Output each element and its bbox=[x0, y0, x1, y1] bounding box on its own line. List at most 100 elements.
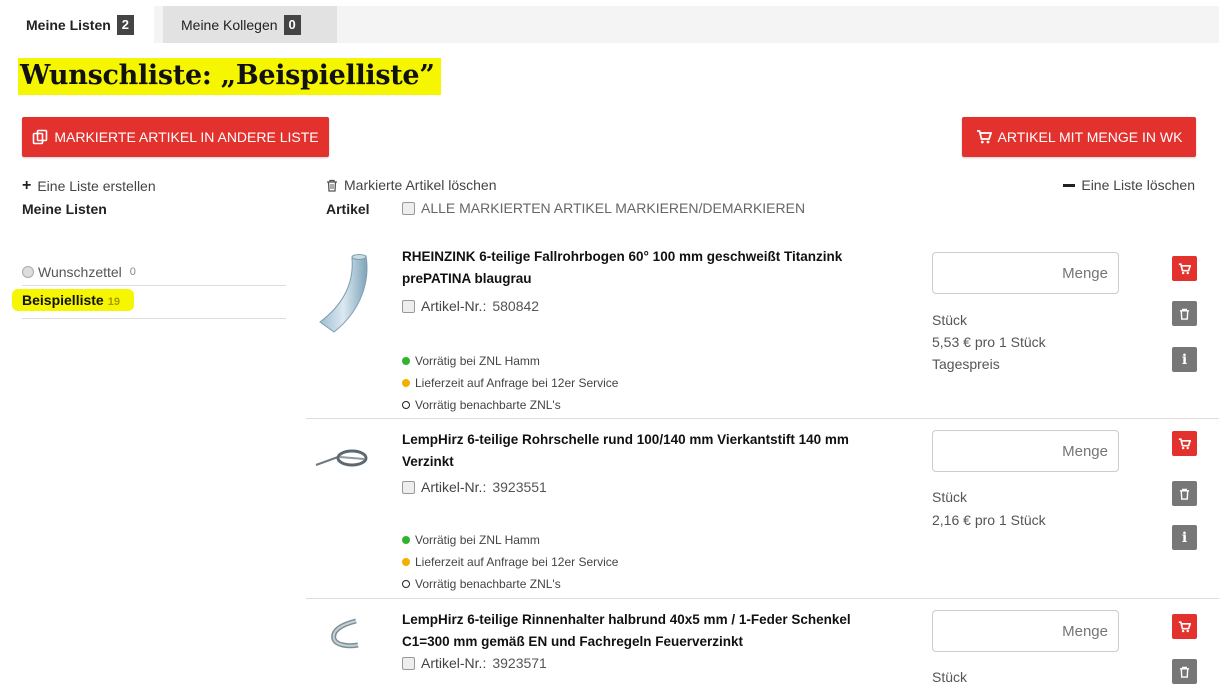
quantity-input[interactable] bbox=[932, 252, 1119, 294]
select-checkbox[interactable] bbox=[402, 480, 415, 494]
product-image bbox=[315, 449, 368, 467]
stock-status: Vorrätig bei ZNL Hamm bbox=[402, 354, 540, 368]
product-row: RHEINZINK 6-teilige Fallrohrbogen 60° 10… bbox=[306, 246, 1219, 419]
delivery-status: Lieferzeit auf Anfrage bei 12er Service bbox=[402, 376, 618, 390]
sidebar-item-wunschzettel[interactable]: Wunschzettel 0 bbox=[22, 258, 286, 286]
list-count: 0 bbox=[129, 265, 136, 278]
orange-dot-icon bbox=[402, 558, 410, 566]
green-dot-icon bbox=[402, 536, 410, 544]
cart-icon bbox=[1178, 262, 1191, 274]
delivery-status: Lieferzeit auf Anfrage bei 12er Service bbox=[402, 555, 618, 569]
quantity-input[interactable] bbox=[932, 430, 1119, 472]
unit-label: Stück bbox=[932, 312, 968, 328]
article-number: Artikel-Nr.: 3923571 bbox=[402, 655, 547, 671]
list-name: Beispielliste bbox=[22, 292, 104, 308]
product-name: RHEINZINK 6-teilige Fallrohrbogen 60° 10… bbox=[402, 249, 843, 286]
link-label: Eine Liste löschen bbox=[1081, 177, 1195, 193]
product-row: LempHirz 6-teilige Rohrschelle rund 100/… bbox=[306, 419, 1219, 599]
add-to-cart-icon-button[interactable] bbox=[1172, 431, 1197, 456]
orange-dot-icon bbox=[402, 379, 410, 387]
create-list-link[interactable]: + Eine Liste erstellen bbox=[22, 177, 156, 195]
delete-list-link[interactable]: Eine Liste löschen bbox=[1063, 177, 1195, 193]
button-label: ARTIKEL MIT MENGE IN WK bbox=[997, 129, 1183, 145]
article-number: Artikel-Nr.: 3923551 bbox=[402, 479, 547, 495]
select-checkbox[interactable] bbox=[402, 299, 415, 313]
tab-meine-kollegen[interactable]: Meine Kollegen 0 bbox=[163, 6, 337, 43]
article-number: Artikel-Nr.: 580842 bbox=[402, 298, 539, 314]
product-row: LempHirz 6-teilige Rinnenhalter halbrund… bbox=[306, 599, 1219, 690]
product-image bbox=[331, 618, 359, 649]
tab-meine-listen[interactable]: Meine Listen 2 bbox=[8, 6, 154, 43]
info-icon: i bbox=[1181, 529, 1188, 546]
stock-text: Lieferzeit auf Anfrage bei 12er Service bbox=[415, 376, 619, 390]
stock-text: Vorrätig benachbarte ZNL's bbox=[415, 398, 561, 412]
stock-text: Lieferzeit auf Anfrage bei 12er Service bbox=[415, 555, 619, 569]
list-name: Wunschzettel bbox=[38, 263, 122, 280]
article-nr-value: 3923571 bbox=[492, 655, 547, 671]
delete-item-button[interactable] bbox=[1172, 481, 1197, 506]
tab-label: Meine Listen bbox=[26, 16, 111, 33]
button-label: MARKIERTE ARTIKEL IN ANDERE LISTE bbox=[54, 129, 319, 145]
info-icon: i bbox=[1181, 351, 1188, 368]
price-label: 5,53 € pro 1 Stück bbox=[932, 334, 1046, 350]
list-count: 19 bbox=[107, 296, 120, 308]
active-list-highlight: Beispielliste 19 bbox=[12, 289, 134, 311]
trash-icon bbox=[1179, 666, 1190, 678]
article-nr-value: 580842 bbox=[492, 298, 540, 314]
green-dot-icon bbox=[402, 357, 410, 365]
add-to-cart-button[interactable]: ARTIKEL MIT MENGE IN WK bbox=[962, 117, 1196, 157]
branch-status: Vorrätig benachbarte ZNL's bbox=[402, 398, 561, 412]
product-image bbox=[319, 254, 368, 333]
stock-status: Vorrätig bei ZNL Hamm bbox=[402, 533, 540, 547]
copy-icon bbox=[33, 129, 48, 145]
radio-icon bbox=[22, 265, 34, 278]
lists-heading: Meine Listen bbox=[22, 201, 107, 217]
stock-text: Vorrätig bei ZNL Hamm bbox=[415, 354, 540, 368]
quantity-input[interactable] bbox=[932, 610, 1119, 652]
article-nr-label: Artikel-Nr.: bbox=[421, 655, 487, 671]
trash-icon bbox=[327, 179, 337, 192]
price-label: 2,16 € pro 1 Stück bbox=[932, 512, 1046, 528]
count-badge: 0 bbox=[283, 14, 301, 35]
stock-text: Vorrätig benachbarte ZNL's bbox=[415, 577, 561, 591]
trash-icon bbox=[1179, 488, 1190, 500]
price-note: Tagespreis bbox=[932, 356, 1000, 372]
sidebar-item-beispielliste[interactable]: Beispielliste 19 bbox=[12, 286, 286, 319]
ring-icon bbox=[402, 580, 410, 588]
info-button[interactable]: i bbox=[1172, 525, 1197, 550]
plus-icon: + bbox=[22, 177, 32, 194]
mark-all-label: ALLE MARKIERTEN ARTIKEL MARKIEREN/DEMARK… bbox=[421, 200, 806, 216]
cart-icon bbox=[1178, 620, 1191, 632]
cart-icon bbox=[1178, 437, 1191, 449]
link-label: Markierte Artikel löschen bbox=[344, 177, 497, 193]
trash-icon bbox=[1179, 308, 1190, 320]
link-label: Eine Liste erstellen bbox=[37, 178, 156, 194]
delete-item-button[interactable] bbox=[1172, 659, 1197, 684]
ring-icon bbox=[402, 401, 410, 409]
tab-bar: Meine Listen 2 Meine Kollegen 0 bbox=[8, 6, 1219, 43]
article-nr-label: Artikel-Nr.: bbox=[421, 479, 487, 495]
articles-heading: Artikel bbox=[326, 201, 370, 217]
delete-item-button[interactable] bbox=[1172, 301, 1197, 326]
unit-label: Stück bbox=[932, 669, 968, 685]
add-to-cart-icon-button[interactable] bbox=[1172, 256, 1197, 281]
article-nr-label: Artikel-Nr.: bbox=[421, 298, 487, 314]
product-name: LempHirz 6-teilige Rinnenhalter halbrund… bbox=[402, 612, 851, 649]
stock-text: Vorrätig bei ZNL Hamm bbox=[415, 533, 540, 547]
product-name: LempHirz 6-teilige Rohrschelle rund 100/… bbox=[402, 432, 849, 469]
mark-all-toggle[interactable]: ALLE MARKIERTEN ARTIKEL MARKIEREN/DEMARK… bbox=[402, 200, 805, 216]
minus-icon bbox=[1063, 183, 1076, 187]
unit-label: Stück bbox=[932, 489, 968, 505]
article-nr-value: 3923551 bbox=[492, 479, 547, 495]
add-to-cart-icon-button[interactable] bbox=[1172, 614, 1197, 639]
branch-status: Vorrätig benachbarte ZNL's bbox=[402, 577, 561, 591]
count-badge: 2 bbox=[116, 14, 135, 35]
delete-marked-link[interactable]: Markierte Artikel löschen bbox=[326, 177, 497, 193]
cart-icon bbox=[976, 130, 992, 144]
move-to-other-list-button[interactable]: MARKIERTE ARTIKEL IN ANDERE LISTE bbox=[22, 117, 329, 157]
page-title: Wunschliste: „Beispielliste” bbox=[18, 58, 441, 95]
info-button[interactable]: i bbox=[1172, 347, 1197, 372]
select-checkbox[interactable] bbox=[402, 656, 415, 670]
mark-all-checkbox[interactable] bbox=[402, 201, 415, 215]
tab-label: Meine Kollegen bbox=[181, 16, 278, 33]
